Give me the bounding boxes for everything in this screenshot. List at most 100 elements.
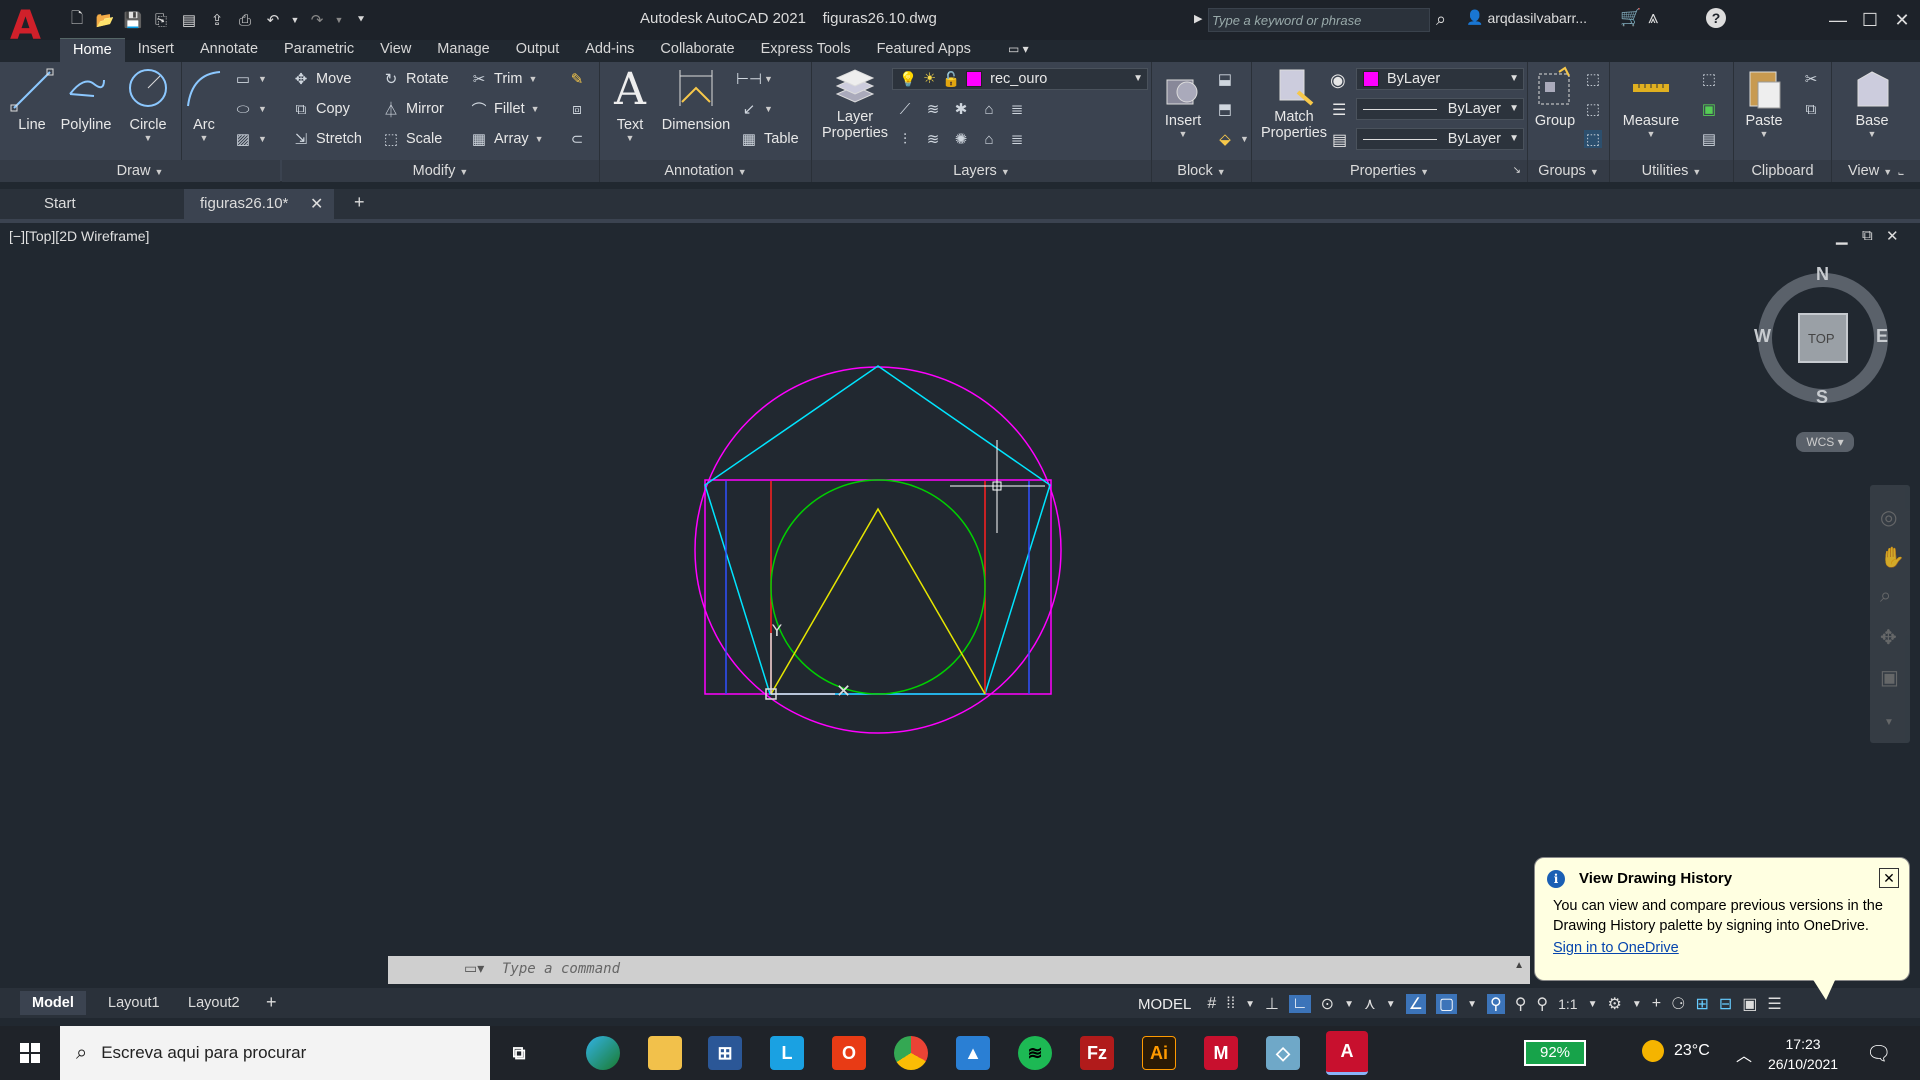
tab-parametric[interactable]: Parametric <box>271 38 367 62</box>
array-button[interactable]: ▦ Array ▼ <box>470 130 544 148</box>
redo-dropdown-icon[interactable]: ▼ <box>334 9 344 31</box>
inner-circle[interactable] <box>770 479 986 695</box>
ortho-icon[interactable]: ∟ <box>1288 995 1311 1013</box>
open-file-icon[interactable]: 📂 <box>94 9 116 31</box>
linetype-dropdown[interactable]: ByLayer ▼ <box>1356 128 1524 150</box>
lock-ui-icon[interactable]: ⊟ <box>1719 994 1732 1014</box>
groups-panel-title[interactable]: Groups ▼ <box>1528 160 1609 182</box>
quick-select-button[interactable]: ⬚ <box>1700 70 1718 88</box>
quick-properties-icon[interactable]: ⊞ <box>1695 994 1708 1014</box>
tab-model[interactable]: Model <box>20 991 86 1015</box>
annotation-panel-title[interactable]: Annotation ▼ <box>600 160 811 182</box>
layer-off-icon[interactable]: ⟋ <box>896 100 914 118</box>
utilities-panel-title[interactable]: Utilities ▼ <box>1610 160 1733 182</box>
close-tab-icon[interactable]: ✕ <box>310 194 323 214</box>
ungroup-button[interactable]: ⬚ <box>1584 70 1602 88</box>
redo-icon[interactable]: ↷ <box>306 9 328 31</box>
leader-button[interactable]: ↙ ▼ <box>740 100 773 118</box>
line-button[interactable]: Line <box>10 66 54 133</box>
match-properties-button[interactable]: Match Properties <box>1254 66 1334 141</box>
add-layout-icon[interactable]: + <box>266 992 277 1013</box>
system-clock[interactable]: 17:23 26/10/2021 <box>1768 1034 1838 1074</box>
text-button[interactable]: A Text ▼ <box>608 66 652 144</box>
measure-button[interactable]: Measure ▼ <box>1614 66 1688 139</box>
workspace-gear-icon[interactable]: ⚙ <box>1608 994 1622 1014</box>
erase-button[interactable]: ✎ <box>568 70 586 88</box>
taskbar-search-box[interactable]: ⌕ Escreva aqui para procurar <box>60 1026 490 1080</box>
color-dropdown[interactable]: ByLayer ▼ <box>1356 68 1524 90</box>
layer-match-icon[interactable]: ≣ <box>1008 100 1026 118</box>
search-icon[interactable]: ⌕ <box>1436 9 1446 30</box>
file-explorer-icon[interactable] <box>648 1036 682 1070</box>
auto-scale-icon[interactable]: ⚲ <box>1515 994 1527 1014</box>
layer-dropdown[interactable]: 💡 ☀ 🔓 rec_ouro ▼ <box>892 68 1148 90</box>
outer-circle[interactable] <box>694 366 1062 734</box>
edit-block-button[interactable]: ⬒ <box>1216 100 1234 118</box>
new-tab-icon[interactable]: + <box>354 192 365 213</box>
lineweight-dropdown[interactable]: ByLayer ▼ <box>1356 98 1524 120</box>
pentagon[interactable] <box>704 365 1051 695</box>
save-web-icon[interactable]: ⇪ <box>206 9 228 31</box>
tab-home[interactable]: Home <box>60 38 125 62</box>
insert-button[interactable]: Insert ▼ <box>1158 66 1208 139</box>
autocad-logo-icon[interactable]: A <box>10 6 50 46</box>
l-app-icon[interactable]: L <box>770 1036 804 1070</box>
tab-manage[interactable]: Manage <box>424 38 502 62</box>
layer-walk-icon[interactable]: ≋ <box>924 130 942 148</box>
explode-button[interactable]: ⧈ <box>568 100 586 118</box>
onedrive-sign-in-link[interactable]: Sign in to OneDrive <box>1553 940 1679 956</box>
user-account[interactable]: 👤 arqdasilvabarr... <box>1466 9 1587 26</box>
clipboard-panel-title[interactable]: Clipboard <box>1734 160 1831 182</box>
infer-constraints-icon[interactable]: ⊥ <box>1265 994 1279 1014</box>
layer-state-icon[interactable]: ≣ <box>1008 130 1026 148</box>
chrome-icon[interactable] <box>894 1036 928 1070</box>
notification-close-icon[interactable]: ✕ <box>1879 868 1899 888</box>
block-panel-title[interactable]: Block ▼ <box>1152 160 1251 182</box>
create-block-button[interactable]: ⬓ <box>1216 70 1234 88</box>
layer-isolate-icon[interactable]: ≋ <box>924 100 942 118</box>
viewport-close-icon[interactable]: ✕ <box>1886 227 1899 245</box>
tab-layout2[interactable]: Layout2 <box>176 991 252 1015</box>
search-expand-icon[interactable]: ▶ <box>1194 12 1202 25</box>
compass-west[interactable]: W <box>1754 326 1771 347</box>
orbit-icon[interactable]: ✥ <box>1880 625 1897 650</box>
action-center-icon[interactable]: 🗨 <box>1866 1041 1891 1066</box>
scale-button[interactable]: ⬚ Scale <box>382 130 442 148</box>
steering-wheel-icon[interactable]: ◎ <box>1880 505 1897 530</box>
illustrator-icon[interactable]: Ai <box>1142 1036 1176 1070</box>
arc-button[interactable]: Arc ▼ <box>180 66 228 143</box>
block-attributes-button[interactable]: ⬙ ▼ <box>1216 130 1249 148</box>
group-selection-button[interactable]: ⬚ <box>1584 130 1602 148</box>
arc-dropdown-icon[interactable]: ▼ <box>180 133 228 143</box>
offset-button[interactable]: ⊂ <box>568 130 586 148</box>
undo-dropdown-icon[interactable]: ▼ <box>290 9 300 31</box>
autodesk-account-icon[interactable]: ⩓ <box>1648 7 1658 28</box>
tab-collaborate[interactable]: Collaborate <box>647 38 747 62</box>
layer-thaw-icon[interactable]: ✺ <box>952 130 970 148</box>
modify-panel-title[interactable]: Modify ▼ <box>282 160 599 182</box>
draw-panel-title[interactable]: Draw ▼ <box>0 160 280 182</box>
rectangle-button[interactable]: ▭ ▼ <box>234 70 267 88</box>
battery-indicator[interactable]: 92% <box>1524 1040 1586 1066</box>
tab-view[interactable]: View <box>367 38 424 62</box>
layer-freeze-tool-icon[interactable]: ✱ <box>952 100 970 118</box>
search-input[interactable]: Type a keyword or phrase <box>1208 8 1430 32</box>
weather-widget[interactable]: 23°C <box>1642 1040 1710 1062</box>
base-button[interactable]: Base ▼ <box>1846 66 1898 139</box>
photos-icon[interactable]: ▲ <box>956 1036 990 1070</box>
filezilla-icon[interactable]: Fz <box>1080 1036 1114 1070</box>
edge-icon[interactable] <box>586 1036 620 1070</box>
triangle[interactable] <box>770 507 986 695</box>
cut-button[interactable]: ✂ <box>1802 70 1820 88</box>
showmotion-icon[interactable]: ▣ <box>1880 665 1899 690</box>
nav-bar-menu-icon[interactable]: ▼ <box>1884 717 1894 728</box>
hatch-pattern-button[interactable]: ▨ ▼ <box>234 130 267 148</box>
mcafee-icon[interactable]: M <box>1204 1036 1238 1070</box>
drawing-viewport[interactable]: Y ✕ [−][Top][2D Wireframe] ▁ ⧉ ✕ N S E W… <box>0 223 1920 956</box>
copy-button[interactable]: ⧉ Copy <box>292 100 350 118</box>
tab-add-ins[interactable]: Add-ins <box>572 38 647 62</box>
layer-unlock-icon[interactable]: ⌂ <box>980 130 998 148</box>
clean-screen-icon[interactable]: ▣ <box>1742 994 1757 1014</box>
compass-east[interactable]: E <box>1876 326 1888 347</box>
workspace-dropdown-icon[interactable]: ▼ <box>1632 999 1642 1010</box>
